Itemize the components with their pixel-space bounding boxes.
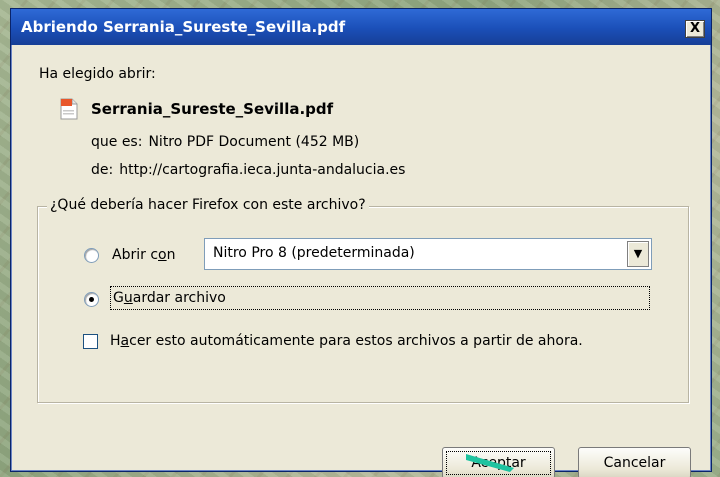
auto-action-label-post: cer esto automáticamente para estos arch… bbox=[129, 333, 583, 349]
save-file-label-post: ardar archivo bbox=[132, 290, 226, 306]
auto-action-label-access-key: a bbox=[120, 333, 130, 349]
open-with-app-value: Nitro Pro 8 (predeterminada) bbox=[213, 245, 415, 261]
save-file-label-pre: G bbox=[113, 290, 124, 306]
cancel-button[interactable]: Cancelar bbox=[578, 447, 691, 477]
file-source-line: de: http://cartografia.ieca.junta-andaluc… bbox=[91, 162, 405, 178]
open-with-label-pre: Abrir c bbox=[112, 247, 159, 263]
auto-action-label[interactable]: Hacer esto automáticamente para estos ar… bbox=[110, 333, 583, 349]
open-with-radio[interactable] bbox=[84, 248, 99, 263]
file-source-value: http://cartografia.ieca.junta-andalucia.… bbox=[119, 162, 406, 178]
auto-action-label-pre: H bbox=[110, 333, 121, 349]
chose-label: Ha elegido abrir: bbox=[39, 66, 156, 82]
save-file-radio[interactable] bbox=[84, 292, 99, 307]
close-button[interactable]: X bbox=[685, 20, 705, 38]
open-with-label[interactable]: Abrir con bbox=[112, 247, 175, 263]
pointer-arrow-icon bbox=[466, 454, 514, 472]
pdf-file-icon bbox=[60, 98, 78, 120]
auto-action-checkbox[interactable] bbox=[83, 334, 98, 349]
save-file-label-access-key: u bbox=[123, 290, 133, 306]
file-type-value: Nitro PDF Document (452 MB) bbox=[148, 134, 360, 150]
dialog-content: Ha elegido abrir: Serrania_Sureste_Sevil… bbox=[11, 45, 711, 477]
download-dialog: Abriendo Serrania_Sureste_Sevilla.pdf X … bbox=[10, 8, 712, 477]
file-type-line: que es: Nitro PDF Document (452 MB) bbox=[91, 134, 359, 150]
title-bar[interactable]: Abriendo Serrania_Sureste_Sevilla.pdf X bbox=[11, 9, 711, 45]
open-with-label-access-key: o bbox=[158, 247, 167, 263]
file-name: Serrania_Sureste_Sevilla.pdf bbox=[91, 100, 334, 118]
save-file-label[interactable]: Guardar archivo bbox=[110, 286, 650, 310]
action-group-legend: ¿Qué debería hacer Firefox con este arch… bbox=[47, 197, 369, 213]
open-with-label-post: n bbox=[166, 247, 176, 263]
file-type-label: que es: bbox=[91, 134, 143, 150]
dropdown-arrow-icon[interactable]: ▼ bbox=[627, 241, 649, 267]
file-source-label: de: bbox=[91, 162, 114, 178]
window-title: Abriendo Serrania_Sureste_Sevilla.pdf bbox=[21, 18, 346, 36]
open-with-app-select[interactable]: Nitro Pro 8 (predeterminada) ▼ bbox=[204, 238, 652, 270]
